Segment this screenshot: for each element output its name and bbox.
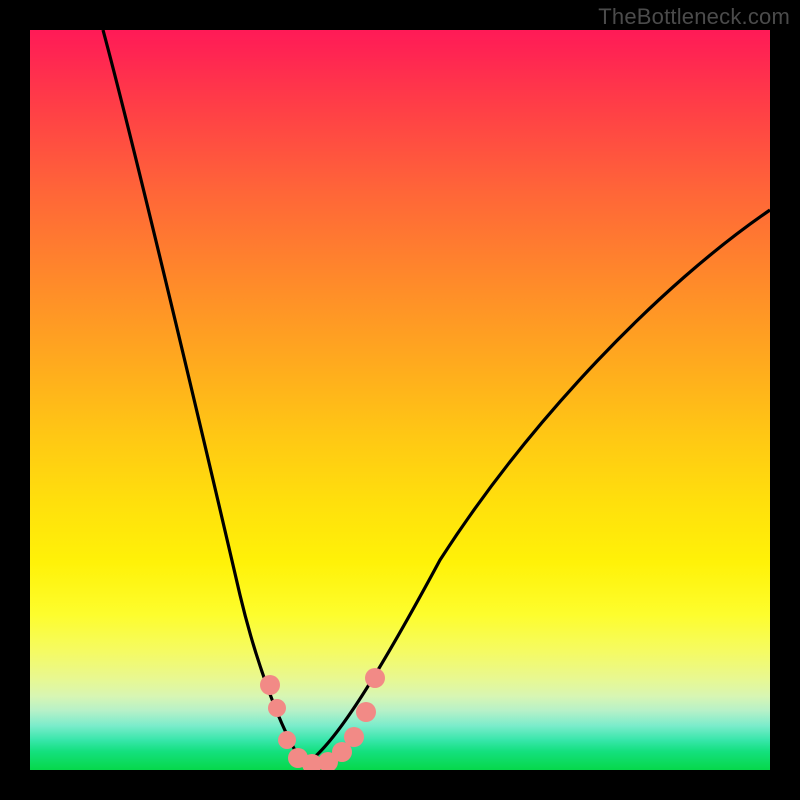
marker: [344, 727, 364, 747]
left-branch-curve: [103, 30, 304, 765]
marker: [268, 699, 286, 717]
marker: [356, 702, 376, 722]
watermark-text: TheBottleneck.com: [598, 4, 790, 30]
chart-svg: [30, 30, 770, 770]
marker: [260, 675, 280, 695]
outer-frame: TheBottleneck.com: [0, 0, 800, 800]
marker: [278, 731, 296, 749]
plot-area: [30, 30, 770, 770]
marker: [365, 668, 385, 688]
